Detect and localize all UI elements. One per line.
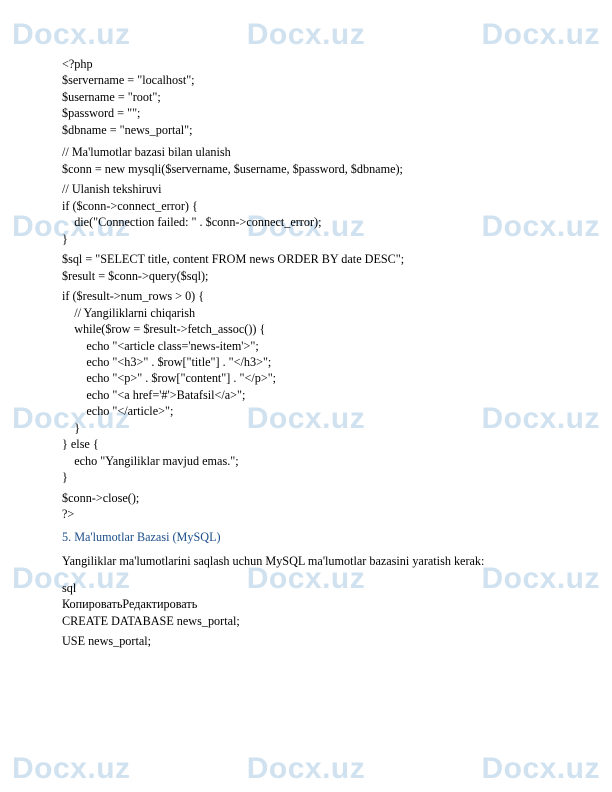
document-content: <?php $servername = "localhost"; $userna… [0,0,612,693]
sql-code-create: sql КопироватьРедактировать CREATE DATAB… [62,580,550,629]
php-code-close: $conn->close(); ?> [62,490,550,523]
php-code-query: $sql = "SELECT title, content FROM news … [62,251,550,284]
watermark: Docx.uz [481,752,600,786]
php-code-loop: if ($result->num_rows > 0) { // Yangilik… [62,288,550,486]
watermark: Docx.uz [12,752,131,786]
description-text: Yangiliklar ma'lumotlarini saqlash uchun… [62,553,550,569]
sql-code-use: USE news_portal; [62,633,550,649]
watermark: Docx.uz [247,752,366,786]
php-code-connect: // Ma'lumotlar bazasi bilan ulanish $con… [62,144,550,177]
section-title: 5. Ma'lumotlar Bazasi (MySQL) [62,529,550,545]
php-code-check: // Ulanish tekshiruvi if ($conn->connect… [62,181,550,247]
php-code-header: <?php $servername = "localhost"; $userna… [62,56,550,138]
